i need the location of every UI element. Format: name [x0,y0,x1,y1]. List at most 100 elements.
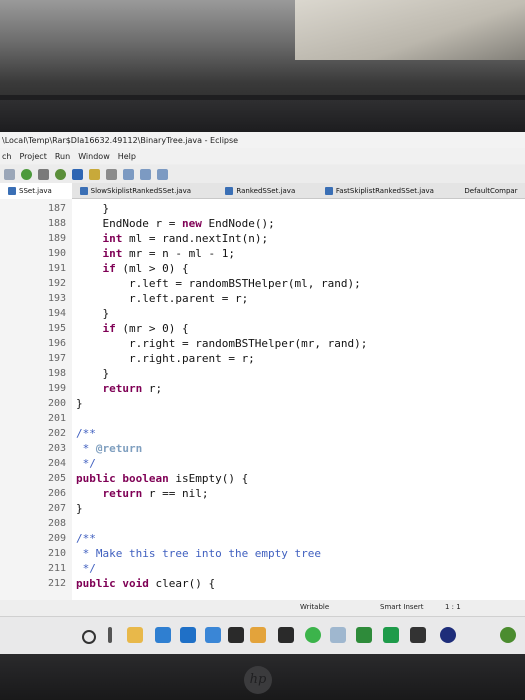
background-paper [295,0,525,60]
code-text: r.right.parent = r; [76,351,255,366]
menu-item-help[interactable]: Help [118,152,136,161]
code-line: 201 [0,411,525,426]
java-file-icon [225,186,234,195]
code-text: int ml = rand.nextInt(n); [76,231,269,246]
code-text: } [76,306,109,321]
tab-label: SSet.java [19,186,52,195]
code-line: 188 EndNode r = new EndNode(); [0,216,525,231]
code-token: */ [76,562,96,575]
code-line: 192 r.left = randomBSTHelper(ml, rand); [0,276,525,291]
edge-icon[interactable] [155,627,171,643]
chrome-icon[interactable] [305,627,321,643]
status-insert-mode: Smart Insert [380,603,424,611]
tab-fast-skiplist[interactable]: FastSkiplistRankedSSet.java [317,183,454,199]
code-line: 200} [0,396,525,411]
code-text: return r; [76,381,163,396]
line-number: 204 [48,458,67,469]
line-number: 192 [48,278,67,289]
code-token: if [102,322,116,335]
debug-icon[interactable] [55,168,66,180]
code-line: 206 return r == nil; [0,486,525,501]
toolbar [0,165,525,183]
code-line: 208 [0,516,525,531]
next-annotation-icon[interactable] [123,168,134,180]
terminal-icon[interactable] [330,627,346,643]
tab-ranked-sset[interactable]: RankedSSet.java [217,183,316,199]
excel-icon[interactable] [356,627,372,643]
status-cursor-position: 1 : 1 [445,603,461,611]
code-editor[interactable]: 187 } 188 EndNode r = new EndNode(); 189 i… [0,199,525,619]
start-search-icon[interactable] [82,630,96,644]
eclipse-icon[interactable] [440,627,456,643]
line-number: 198 [48,368,67,379]
line-number: 197 [48,353,67,364]
menu-item-project[interactable]: Project [19,152,46,161]
monitor-top-bezel [0,100,525,132]
code-token: @return [95,442,143,455]
code-text: } [76,396,83,411]
line-number: 189 [48,233,67,244]
code-text: if (mr > 0) { [76,321,189,336]
run-icon[interactable] [21,168,32,180]
file-explorer-icon[interactable] [127,627,143,643]
menu-item-run[interactable]: Run [55,152,70,161]
menu-item-search[interactable]: ch [2,152,11,161]
line-number: 210 [48,548,67,559]
open-task-icon[interactable] [89,168,100,180]
code-token: if [102,262,116,275]
forward-icon[interactable] [157,168,168,180]
code-line: 207} [0,501,525,516]
code-token: ml = rand.nextInt(n); [122,232,269,245]
tab-default-comparator[interactable]: DefaultCompar [453,183,525,199]
store-icon[interactable] [205,627,221,643]
code-token: */ [76,457,96,470]
slack-icon[interactable] [278,627,294,643]
code-token: int [102,232,123,245]
calculator-icon[interactable] [410,627,426,643]
tab-slow-skiplist[interactable]: SlowSkiplistRankedSSet.java [72,183,218,199]
pin-icon[interactable] [106,168,117,180]
code-token: return [102,487,143,500]
tray-icon[interactable] [500,627,516,643]
line-number: 200 [48,398,67,409]
line-number: 190 [48,248,67,259]
tab-sset[interactable]: SSet.java [0,182,72,199]
code-line: 187 } [0,201,525,216]
code-token: void [122,577,149,590]
code-token: (mr > 0) { [115,322,189,335]
tab-label: RankedSSet.java [236,186,296,195]
java-file-icon [324,186,333,195]
app-icon[interactable] [228,627,244,643]
code-text: return r == nil; [76,486,209,501]
task-view-icon[interactable] [108,627,112,643]
code-line: 204 */ [0,456,525,471]
mail-icon[interactable] [180,627,196,643]
editor-tabs: SSet.java SlowSkiplistRankedSSet.java Ra… [0,182,525,199]
code-text: * Make this tree into the empty tree [76,546,321,561]
code-text: public boolean isEmpty() { [76,471,248,486]
code-token: r; [142,382,163,395]
code-token: r.right.parent = r; [76,352,255,365]
code-token: mr = n - ml - 1; [122,247,235,260]
code-line: 205 public boolean isEmpty() { [0,471,525,486]
code-text: /** [76,426,96,441]
code-token: /** [76,532,96,545]
code-token: new [181,217,202,230]
line-number: 205 [48,473,67,484]
code-token: } [76,397,83,410]
java-file-icon [79,186,88,195]
paint-icon[interactable] [250,627,266,643]
green-app-icon[interactable] [383,627,399,643]
back-icon[interactable] [140,168,151,180]
menu-item-window[interactable]: Window [78,152,110,161]
search-icon[interactable] [38,168,49,180]
code-line: 211 */ [0,561,525,576]
new-icon[interactable] [4,168,15,180]
open-type-icon[interactable] [72,168,83,180]
code-token: EndNode r = [76,217,182,230]
line-number: 206 [48,488,67,499]
